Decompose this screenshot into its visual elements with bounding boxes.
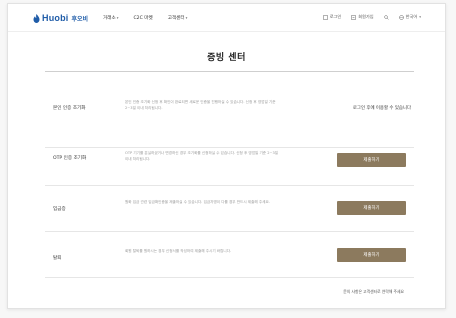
row-title: 탈퇴	[53, 256, 62, 261]
signup-link[interactable]: 회원가입	[351, 14, 374, 20]
document-row-otp-reset: OTP 인증 조기화 OTP 기기를 분실하셨거나 변경하신 경우 조기화를 신…	[45, 148, 414, 186]
row-description: 원화 입금 관련 입금확인증을 제출하실 수 있습니다. 입금자명이 다를 경우…	[125, 200, 270, 204]
document-row-identity-reset: 본인 인증 조기화 본인 인증 조기화 신청 후 확인이 완료되면 새로운 인증…	[45, 72, 414, 148]
row-title: 입금증	[53, 207, 66, 212]
flame-logo-icon	[33, 13, 40, 23]
logo-text: Huobi	[42, 13, 69, 23]
chevron-down-icon: ▾	[185, 16, 188, 20]
submit-button[interactable]: 제출하기	[337, 248, 406, 262]
language-selector[interactable]: 한국어 ▾	[398, 14, 421, 20]
header-utilities: 로그인 회원가입 한국어 ▾	[322, 14, 421, 20]
nav-item-label: 거래소	[103, 16, 116, 21]
login-link[interactable]: 로그인	[322, 14, 342, 20]
nav-item-exchange[interactable]: 거래소▾	[103, 15, 118, 21]
main-nav: 거래소▾ C2C 마켓 고객센터▾	[103, 15, 187, 21]
search-button[interactable]	[384, 14, 389, 20]
nav-item-c2c-market[interactable]: C2C 마켓	[133, 15, 152, 21]
top-navigation-bar: Huobi 후오비 거래소▾ C2C 마켓 고객센터▾ 로그인 회원가입 한국어…	[8, 4, 445, 32]
login-label: 로그인	[329, 14, 342, 19]
site-logo[interactable]: Huobi 후오비	[33, 13, 88, 23]
nav-item-label: C2C 마켓	[133, 16, 153, 21]
submit-button[interactable]: 제출하기	[337, 153, 406, 167]
footer-note: 문의 사항은 고객센터로 연락해 주세요	[343, 289, 404, 294]
row-description: OTP 기기를 분실하셨거나 변경하신 경우 조기화를 신청하실 수 있습니다.…	[125, 151, 279, 161]
nav-item-customer-center[interactable]: 고객센터▾	[168, 15, 188, 21]
nav-item-label: 고객센터	[167, 16, 185, 21]
signup-icon	[351, 14, 356, 20]
submit-button[interactable]: 제출하기	[337, 201, 406, 215]
document-row-deposit-proof: 입금증 원화 입금 관련 입금확인증을 제출하실 수 있습니다. 입금자명이 다…	[45, 186, 414, 232]
page-title: 증빙 센터	[207, 53, 246, 63]
language-label: 한국어	[405, 14, 418, 19]
row-description: 본인 인증 조기화 신청 후 확인이 완료되면 새로운 인증을 진행하실 수 있…	[125, 100, 276, 110]
row-description: 회원 탈퇴를 원하시는 경우 신청서를 작성하여 제출해 주시기 바랍니다.	[125, 249, 232, 253]
logo-korean-text: 후오비	[71, 15, 89, 23]
document-row-withdrawal: 탈퇴 회원 탈퇴를 원하시는 경우 신청서를 작성하여 제출해 주시기 바랍니다…	[45, 232, 414, 278]
login-icon	[322, 14, 328, 20]
row-title: OTP 인증 조기화	[53, 156, 87, 161]
signup-label: 회원가입	[358, 14, 374, 19]
page-container: Huobi 후오비 거래소▾ C2C 마켓 고객센터▾ 로그인 회원가입 한국어…	[7, 3, 446, 309]
search-icon	[384, 14, 389, 20]
login-required-note: 로그인 후에 이용할 수 있습니다	[352, 106, 411, 111]
globe-icon	[398, 14, 404, 20]
chevron-down-icon: ▾	[116, 16, 119, 20]
row-title: 본인 인증 조기화	[53, 106, 86, 111]
chevron-down-icon: ▾	[419, 15, 421, 19]
